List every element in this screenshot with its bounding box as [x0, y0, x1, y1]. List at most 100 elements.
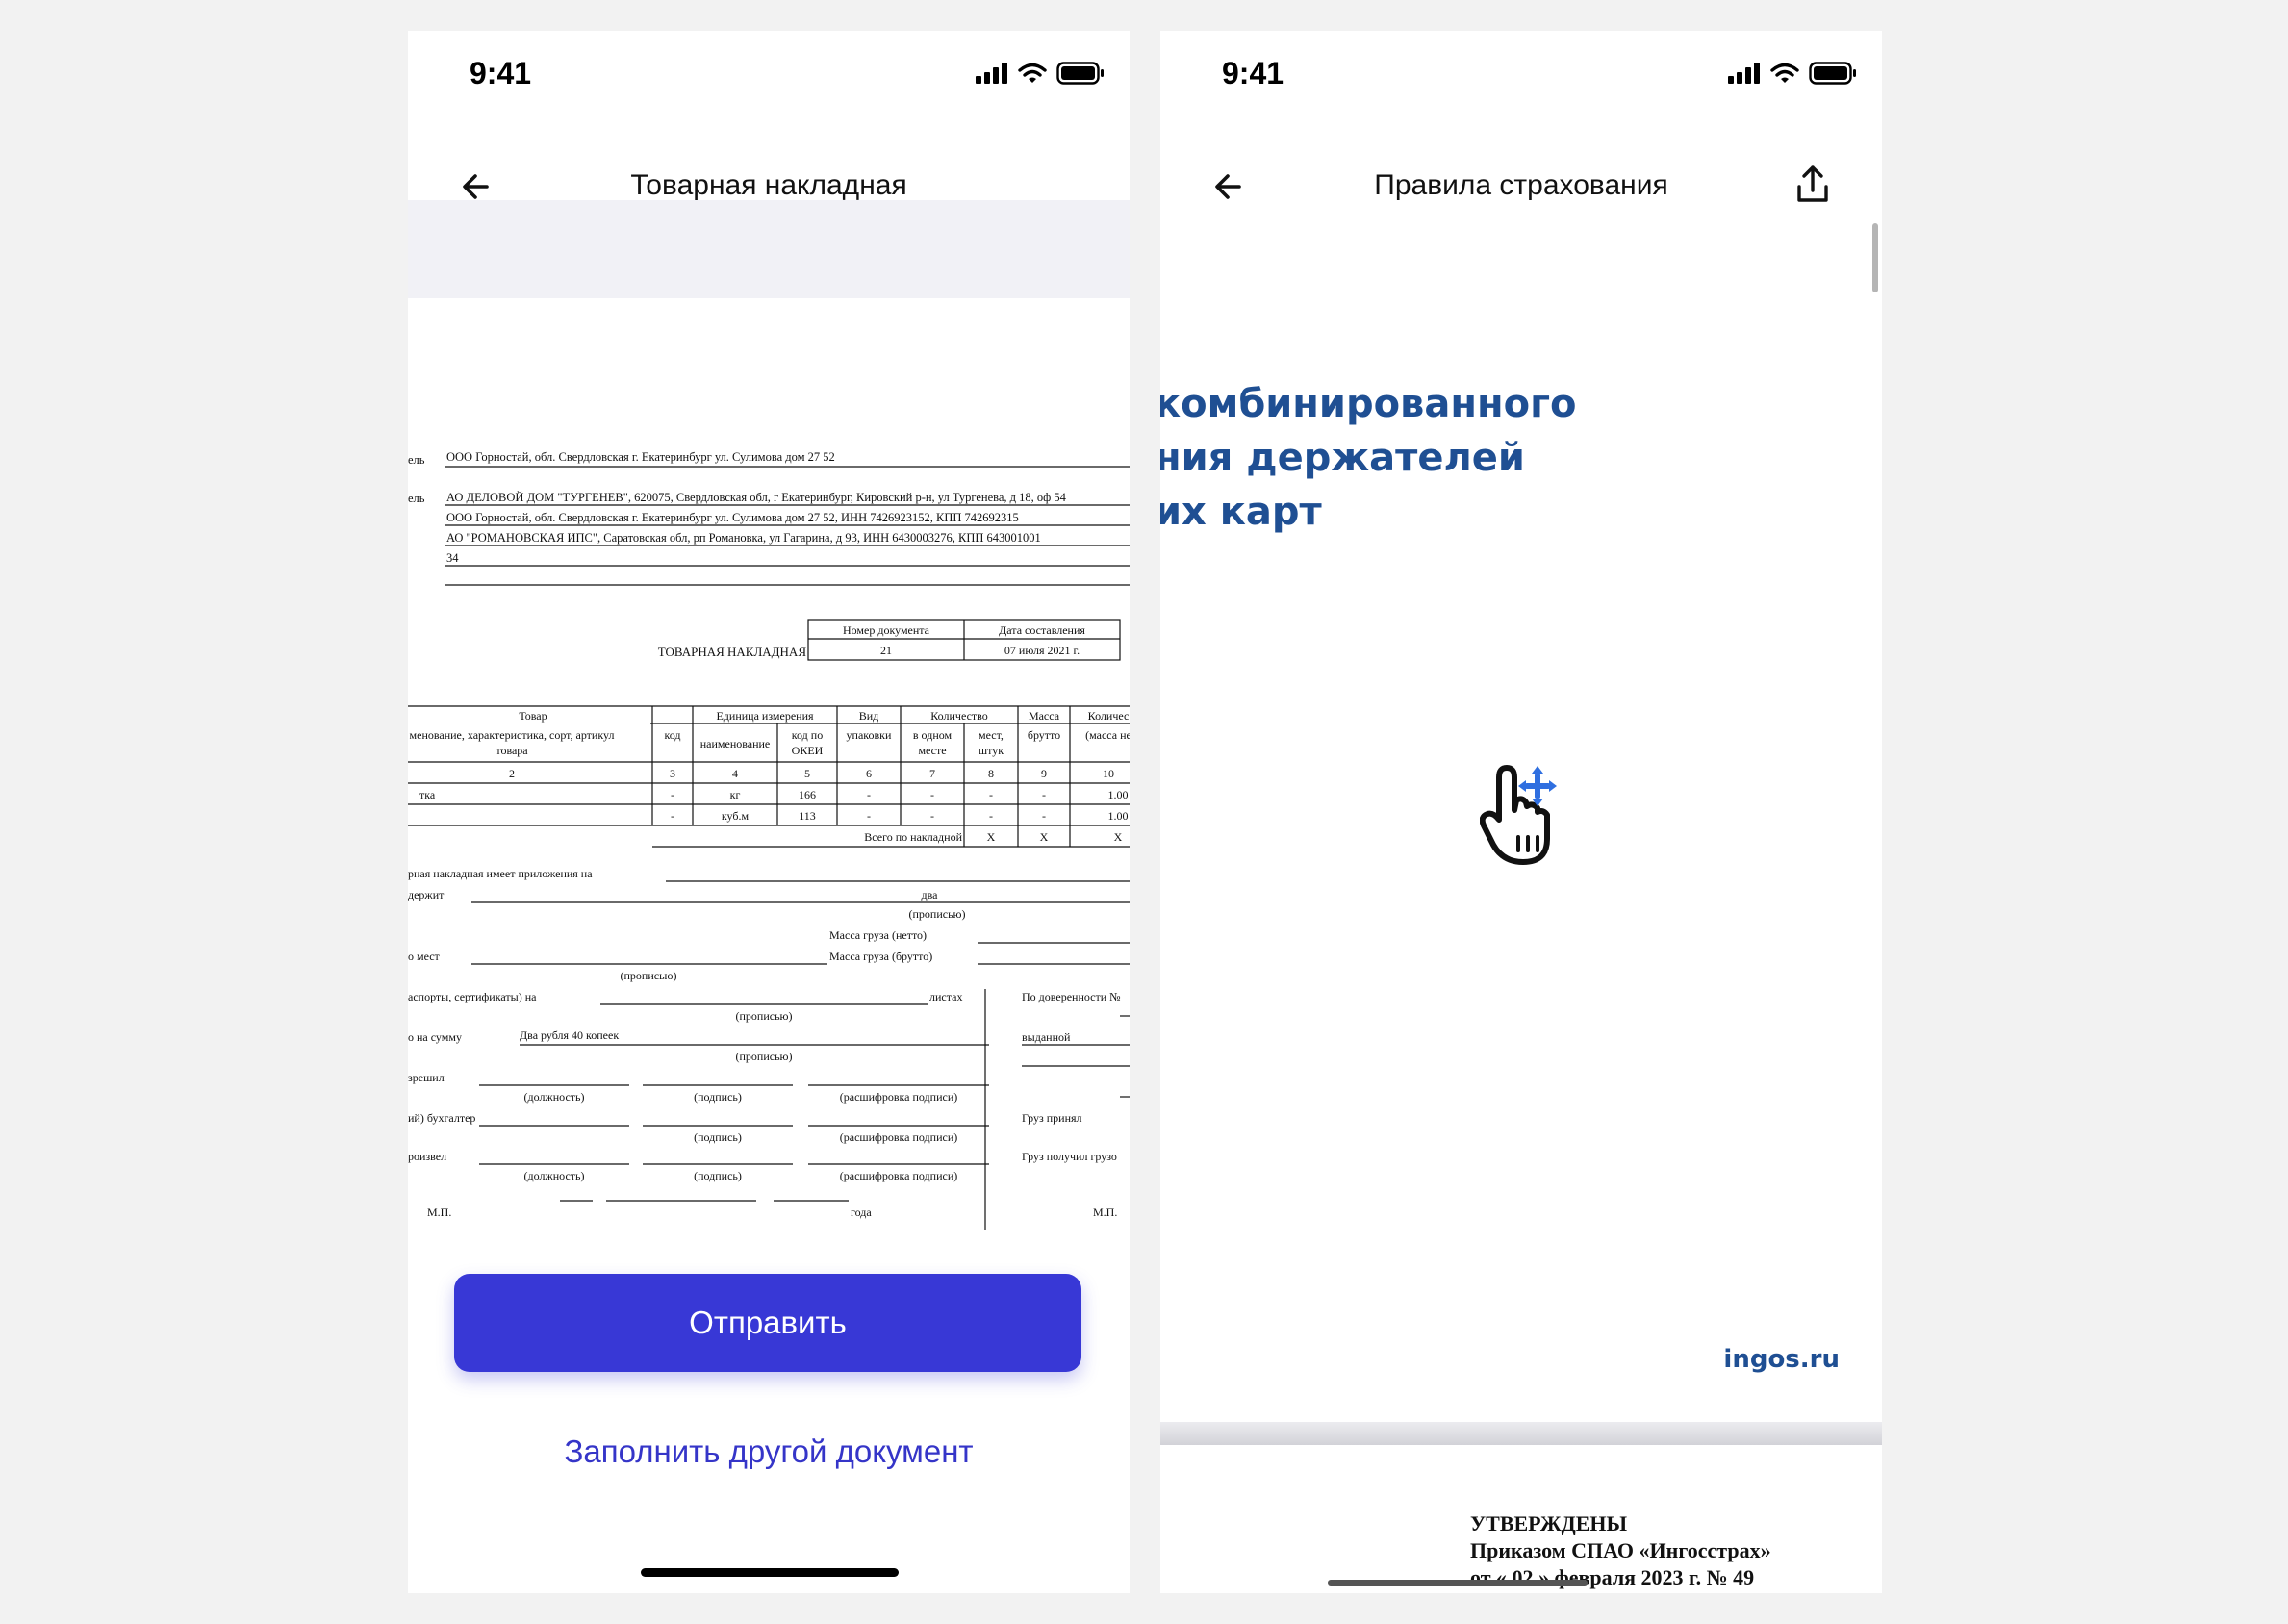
- status-time: 9:41: [470, 56, 532, 90]
- cover-title-line: их карт: [1160, 490, 1322, 534]
- table-group-header: Единица измерения: [716, 709, 814, 723]
- total-value: X: [1040, 830, 1049, 844]
- approval-line: УТВЕРЖДЕНЫ: [1470, 1511, 1628, 1535]
- status-icons: [976, 62, 1105, 85]
- home-indicator[interactable]: [1328, 1580, 1588, 1586]
- table-subheader: товара: [496, 744, 528, 757]
- table-cell: -: [989, 788, 993, 801]
- footer-text: выданной: [1022, 1030, 1071, 1044]
- site-logo-text: ingos.ru: [1723, 1345, 1840, 1374]
- page-title: Правила страхования: [1374, 169, 1668, 201]
- table-subheader: менование, характеристика, сорт, артикул: [410, 728, 615, 742]
- footer-text: (должность): [524, 1169, 585, 1182]
- doc-date: 07 июля 2021 г.: [1004, 644, 1080, 657]
- footer-text: аспорты, сертификаты) на: [408, 990, 537, 1003]
- table-cell: -: [1042, 809, 1046, 823]
- status-icons: [1728, 62, 1857, 85]
- invoice-header-value: ООО Горностай, обл. Свердловская г. Екат…: [446, 450, 835, 464]
- table-subheader: брутто: [1028, 728, 1060, 742]
- footer-text: М.П.: [1093, 1205, 1117, 1219]
- table-cell: 113: [799, 809, 816, 823]
- table-subheader: месте: [918, 744, 946, 757]
- col-number: 3: [670, 767, 675, 780]
- invoice-header-label: ель: [408, 453, 425, 467]
- footer-text: роизвел: [408, 1150, 446, 1163]
- footer-text: М.П.: [427, 1205, 451, 1219]
- footer-text: (подпись): [694, 1090, 742, 1104]
- footer-text: По доверенности №: [1022, 990, 1121, 1003]
- table-cell: -: [867, 788, 871, 801]
- table-cell: -: [930, 788, 934, 801]
- table-cell: -: [867, 809, 871, 823]
- footer-text: Груз принял: [1022, 1111, 1082, 1125]
- table-group-header: Вид: [859, 709, 879, 723]
- doc-date-label: Дата составления: [999, 623, 1085, 637]
- send-button[interactable]: Отправить: [454, 1274, 1081, 1372]
- col-number: 10: [1103, 767, 1114, 780]
- table-group-header: Количес: [1088, 709, 1130, 723]
- table-cell: тка: [419, 788, 436, 801]
- phone-screen-insurance-rules: 9:41 Правила страхования комбинированног…: [1160, 31, 1882, 1593]
- approval-line: Приказом СПАО «Ингосстрах»: [1470, 1538, 1771, 1562]
- invoice-header-label: ель: [408, 492, 425, 505]
- footer-text: Два рубля 40 копеек: [520, 1028, 619, 1042]
- total-value: X: [1114, 830, 1123, 844]
- footer-text: ий) бухгалтер: [408, 1111, 475, 1125]
- footer-text: (прописью): [735, 1009, 792, 1023]
- table-cell: куб.м: [722, 809, 750, 823]
- footer-text: (подпись): [694, 1169, 742, 1182]
- table-subheader: ОКЕИ: [792, 744, 824, 757]
- table-subheader: в одном: [913, 728, 953, 742]
- footer-text: Масса груза (брутто): [829, 950, 932, 963]
- table-subheader: (масса не: [1085, 728, 1130, 742]
- col-number: 5: [804, 767, 810, 780]
- table-cell: -: [930, 809, 934, 823]
- wifi-icon: [1770, 63, 1799, 83]
- table-cell: 1.00: [1108, 788, 1129, 801]
- footer-text: Масса груза (нетто): [829, 928, 927, 942]
- hand-move-icon: [1480, 765, 1557, 865]
- table-group-header: Количество: [930, 709, 987, 723]
- table-cell: 1.00: [1108, 809, 1129, 823]
- footer-text: держит: [408, 888, 445, 901]
- footer-text: (расшифровка подписи): [840, 1090, 958, 1104]
- footer-text: (прописью): [908, 907, 965, 921]
- footer-text: о мест: [408, 950, 441, 963]
- table-cell: кг: [730, 788, 741, 801]
- status-time: 9:41: [1222, 56, 1284, 90]
- invoice-header-value: 34: [446, 551, 459, 565]
- home-indicator[interactable]: [641, 1568, 899, 1577]
- col-number: 2: [509, 767, 515, 780]
- cover-title-line: комбинированного: [1160, 382, 1577, 426]
- viewer-top-band: [408, 200, 1130, 298]
- doc-title: ТОВАРНАЯ НАКЛАДНАЯ: [658, 645, 807, 659]
- footer-text: рная накладная имеет приложения на: [408, 867, 593, 880]
- table-subheader: упаковки: [847, 728, 892, 742]
- scrollbar[interactable]: [1872, 223, 1878, 292]
- doc-number: 21: [880, 644, 892, 657]
- invoice-header-value: АО "РОМАНОВСКАЯ ИПС", Саратовская обл, р…: [446, 531, 1041, 545]
- footer-text: зрешил: [408, 1071, 445, 1084]
- fill-other-document-link[interactable]: Заполнить другой документ: [408, 1434, 1130, 1470]
- invoice-header-value: АО ДЕЛОВОЙ ДОМ "ТУРГЕНЕВ", 620075, Сверд…: [446, 491, 1067, 504]
- table-cell: -: [989, 809, 993, 823]
- approval-line: от « 02 » февраля 2023 г. № 49: [1470, 1565, 1755, 1589]
- col-number: 8: [988, 767, 994, 780]
- footer-text: (должность): [524, 1090, 585, 1104]
- table-subheader: мест,: [979, 728, 1004, 742]
- table-subheader: код: [665, 728, 681, 742]
- table-cell: -: [1042, 788, 1046, 801]
- footer-text: (прописью): [735, 1050, 792, 1063]
- cover-title: комбинированного ния держателей их карт: [1160, 377, 1577, 539]
- invoice-header-value: ООО Горностай, обл. Свердловская г. Екат…: [446, 511, 1019, 524]
- share-icon[interactable]: [1793, 164, 1832, 206]
- footer-text: (подпись): [694, 1130, 742, 1144]
- table-cell: 166: [799, 788, 816, 801]
- wifi-icon: [1018, 63, 1047, 83]
- page-separator: [1160, 1422, 1882, 1445]
- page-title: Товарная накладная: [630, 169, 907, 201]
- signal-icon: [1728, 63, 1760, 84]
- table-group-header: Масса: [1029, 709, 1060, 723]
- signal-icon: [976, 63, 1007, 84]
- navbar: Правила страхования: [1160, 135, 1882, 241]
